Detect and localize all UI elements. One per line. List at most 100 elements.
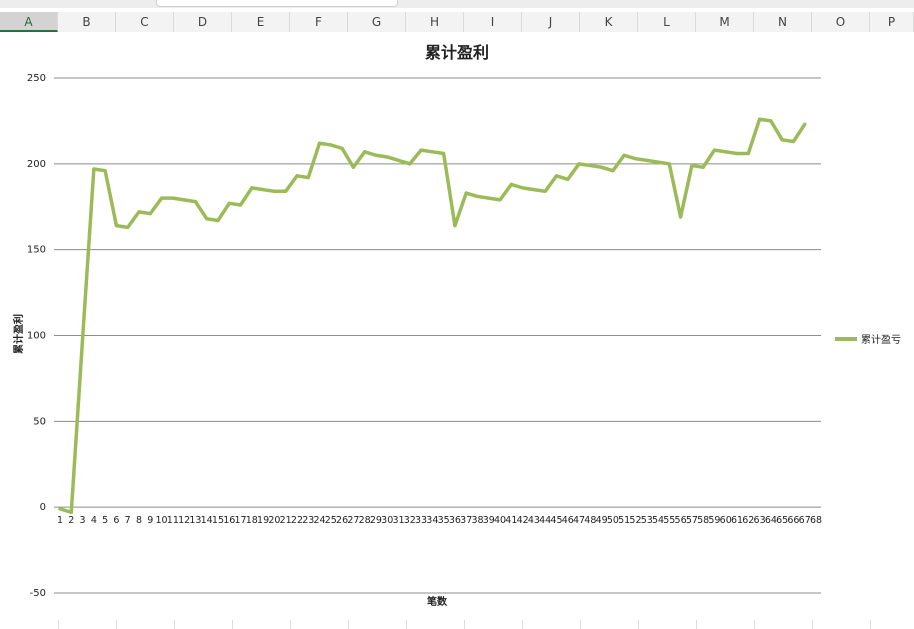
column-header-G[interactable]: G: [348, 12, 406, 32]
y-tick-label: 150: [27, 245, 46, 256]
data-point: [464, 191, 468, 195]
workbook-tab-strip: [0, 0, 914, 8]
data-point: [656, 160, 660, 164]
x-tick-label: 58: [697, 515, 709, 526]
x-tick-label: 62: [742, 515, 754, 526]
sheet-tab[interactable]: [156, 0, 398, 7]
cumulative-profit-chart: -50050100150200250 1 2 3 4 5 6 7 8 9 10 11 12 13 14 15…: [0, 32, 914, 629]
y-tick-label: -50: [30, 588, 46, 599]
data-point: [419, 148, 423, 152]
x-tick-label: 53: [641, 515, 653, 526]
data-point: [757, 117, 762, 121]
x-tick-label: 4: [91, 515, 97, 526]
x-tick-label: 11: [167, 515, 179, 526]
column-header-F[interactable]: F: [290, 12, 348, 32]
x-tick-label: 46: [562, 515, 574, 526]
x-axis-title: 笔数: [427, 595, 448, 608]
x-tick-label: 17: [234, 515, 246, 526]
x-tick-label: 20: [268, 515, 280, 526]
data-point: [780, 138, 784, 142]
x-tick-label: 25: [325, 515, 337, 526]
column-header-D[interactable]: D: [174, 12, 232, 32]
data-point: [498, 198, 502, 202]
data-point: [363, 150, 367, 154]
x-tick-label: 42: [517, 515, 529, 526]
data-point: [148, 212, 152, 216]
data-point: [329, 143, 333, 147]
data-point: [137, 210, 141, 214]
data-point: [58, 507, 62, 511]
x-tick-label: 34: [426, 515, 438, 526]
data-point: [205, 217, 209, 221]
column-header-P[interactable]: P: [870, 12, 914, 32]
gridline: [464, 620, 465, 629]
data-point: [374, 153, 378, 157]
column-header-I[interactable]: I: [464, 12, 522, 32]
x-tick-label: 57: [686, 515, 698, 526]
x-tick-label: 51: [618, 515, 630, 526]
y-tick-label: 50: [33, 416, 46, 427]
x-tick-label: 47: [573, 515, 585, 526]
gridline: [174, 620, 175, 629]
x-tick-label: 10: [156, 515, 168, 526]
column-header-H[interactable]: H: [406, 12, 464, 32]
column-header-M[interactable]: M: [696, 12, 754, 32]
column-header-E[interactable]: E: [232, 12, 290, 32]
chart-area[interactable]: [0, 32, 914, 629]
data-point: [92, 167, 96, 171]
x-tick-label: 14: [201, 515, 213, 526]
data-point: [746, 151, 750, 156]
y-tick-label: 250: [27, 73, 46, 84]
data-point: [171, 196, 175, 200]
data-point: [487, 196, 491, 200]
data-point: [453, 224, 457, 228]
data-point: [238, 203, 243, 207]
x-tick-label: 35: [438, 515, 450, 526]
x-tick-label: 63: [754, 515, 766, 526]
data-point: [645, 158, 649, 162]
data-point: [385, 155, 389, 159]
data-point: [306, 175, 310, 180]
column-header-L[interactable]: L: [638, 12, 696, 32]
data-point: [261, 187, 265, 192]
column-header-N[interactable]: N: [754, 12, 812, 32]
x-tick-label: 55: [663, 515, 675, 526]
data-point: [295, 174, 299, 178]
x-tick-label: 12: [178, 515, 190, 526]
x-tick-label: 65: [776, 515, 788, 526]
column-header-O[interactable]: O: [812, 12, 870, 32]
x-tick-label: 15: [212, 515, 224, 526]
x-tick-label: 8: [136, 515, 142, 526]
x-tick-label: 2: [68, 515, 74, 526]
column-header-K[interactable]: K: [580, 12, 638, 32]
gridline: [812, 620, 813, 629]
x-tick-label: 52: [629, 515, 641, 526]
x-tick-label: 23: [302, 515, 314, 526]
data-point: [159, 196, 164, 200]
data-point: [250, 186, 254, 190]
data-point: [611, 169, 615, 173]
column-header-C[interactable]: C: [116, 12, 174, 32]
legend-label: 累计盈亏: [861, 333, 901, 346]
x-tick-label: 39: [483, 515, 495, 526]
gridline: [406, 620, 407, 629]
x-tick-label: 32: [404, 515, 416, 526]
x-tick-label: 50: [607, 515, 619, 526]
data-point: [577, 162, 581, 166]
x-tick-label: 59: [708, 515, 720, 526]
data-point: [284, 189, 288, 193]
column-header-J[interactable]: J: [522, 12, 580, 32]
x-tick-label: 13: [189, 515, 201, 526]
x-tick-label: 29: [370, 515, 382, 526]
data-point: [103, 169, 107, 173]
data-point: [724, 150, 728, 154]
gridline: [870, 620, 871, 629]
gridline: [116, 620, 117, 629]
column-header-A[interactable]: A: [0, 12, 58, 32]
data-point: [690, 163, 694, 168]
data-point: [351, 165, 355, 169]
data-point: [396, 158, 401, 162]
gridline: [638, 620, 639, 629]
x-tick-label: 60: [720, 515, 732, 526]
column-header-B[interactable]: B: [58, 12, 116, 32]
